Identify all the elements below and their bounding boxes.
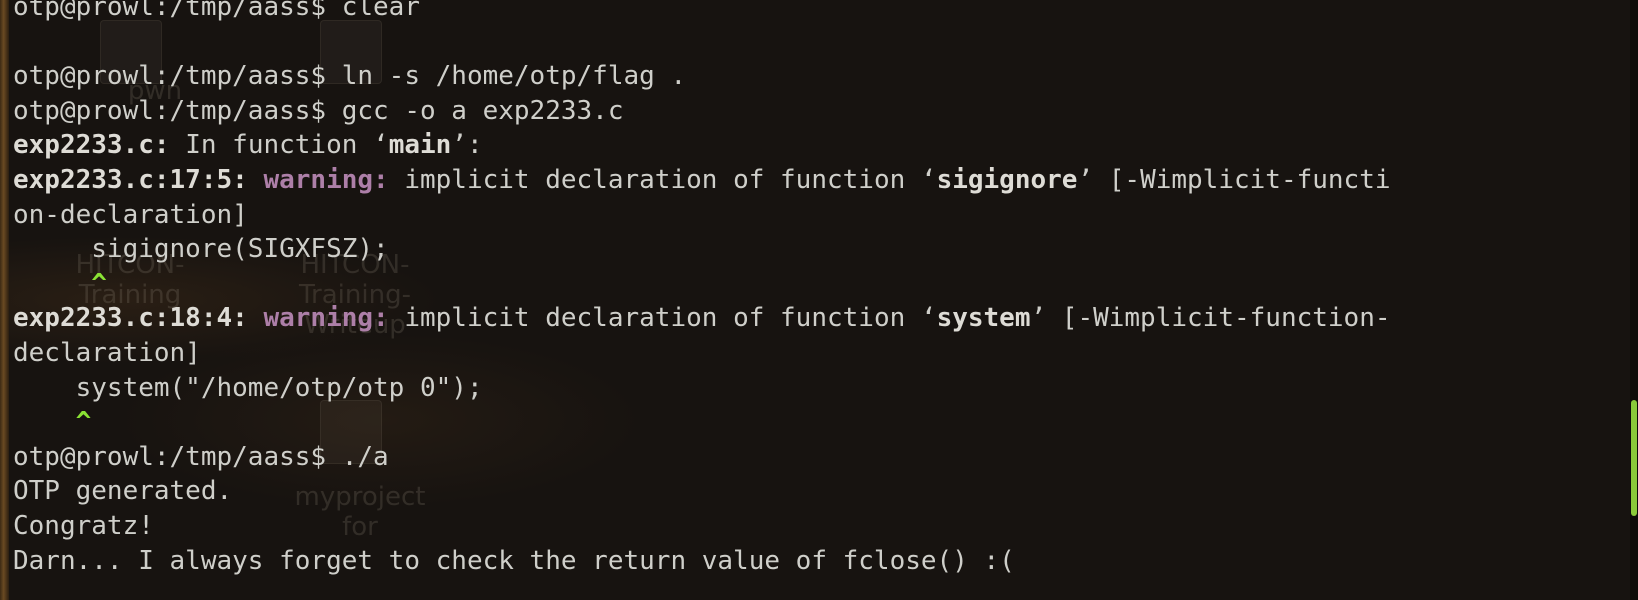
warning-label: warning:	[263, 303, 405, 334]
terminal-line: exp2233.c:17:5: warning: implicit declar…	[13, 163, 1625, 198]
terminal-text: on-declaration]	[13, 199, 248, 230]
terminal-line: otp@prowl:/tmp/aass$ ./a	[13, 440, 1625, 475]
desktop-edge	[0, 0, 9, 600]
terminal-text: ’ [-Wimplicit-function-	[1030, 303, 1391, 334]
terminal-text: otp@prowl:/tmp/aass$ ./a	[13, 441, 389, 472]
terminal-text: sigignore	[936, 164, 1078, 195]
terminal-line: declaration]	[13, 336, 1625, 371]
terminal-line: Congratz!	[13, 509, 1625, 544]
terminal-line: ^	[13, 267, 1625, 302]
terminal-line: exp2233.c: In function ‘main’:	[13, 128, 1625, 163]
terminal-line: system("/home/otp/otp 0");	[13, 371, 1625, 406]
terminal-text: ’:	[451, 130, 483, 161]
terminal-line: otp@prowl:/tmp/aass$ clear	[13, 0, 1625, 25]
scrollbar-track[interactable]	[1630, 0, 1638, 600]
terminal-text: system	[936, 303, 1031, 334]
terminal-text: Darn... I always forget to check the ret…	[13, 545, 1015, 576]
terminal-text: exp2233.c:17:5:	[13, 164, 264, 195]
terminal-text: implicit declaration of function ‘	[404, 164, 937, 195]
terminal-line: sigignore(SIGXFSZ);	[13, 232, 1625, 267]
terminal-text: declaration]	[13, 337, 201, 368]
terminal-line: on-declaration]	[13, 198, 1625, 233]
warning-label: warning:	[263, 164, 405, 195]
terminal-text: ’ [-Wimplicit-functi	[1077, 164, 1391, 195]
error-caret: ^	[13, 268, 107, 299]
terminal-text: sigignore(SIGXFSZ);	[13, 234, 389, 265]
terminal-text: exp2233.c:	[13, 130, 170, 161]
terminal-output[interactable]: otp@prowl:/tmp/aass$ clear otp@prowl:/tm…	[13, 0, 1625, 578]
terminal-text: OTP generated.	[13, 476, 233, 507]
terminal-text: otp@prowl:/tmp/aass$ gcc -o a exp2233.c	[13, 95, 624, 126]
terminal-text: exp2233.c:18:4:	[13, 303, 264, 334]
terminal-text: otp@prowl:/tmp/aass$ clear	[13, 0, 420, 22]
terminal-text: system("/home/otp/otp 0");	[13, 372, 483, 403]
error-caret: ^	[13, 407, 92, 438]
terminal-line: ^	[13, 405, 1625, 440]
terminal-text: In function ‘	[169, 130, 389, 161]
terminal-text: implicit declaration of function ‘	[404, 303, 937, 334]
terminal-line: otp@prowl:/tmp/aass$ ln -s /home/otp/fla…	[13, 59, 1625, 94]
terminal-line: OTP generated.	[13, 474, 1625, 509]
scrollbar-thumb[interactable]	[1631, 400, 1637, 516]
terminal-text: otp@prowl:/tmp/aass$ ln -s /home/otp/fla…	[13, 61, 687, 92]
terminal-line: Darn... I always forget to check the ret…	[13, 544, 1625, 579]
terminal-line: otp@prowl:/tmp/aass$ gcc -o a exp2233.c	[13, 94, 1625, 129]
terminal-line: exp2233.c:18:4: warning: implicit declar…	[13, 301, 1625, 336]
terminal-text: Congratz!	[13, 510, 154, 541]
terminal-text: main	[388, 130, 452, 161]
terminal-window[interactable]: pwn HITCON- Training HITCON- Training- W…	[0, 0, 1638, 600]
